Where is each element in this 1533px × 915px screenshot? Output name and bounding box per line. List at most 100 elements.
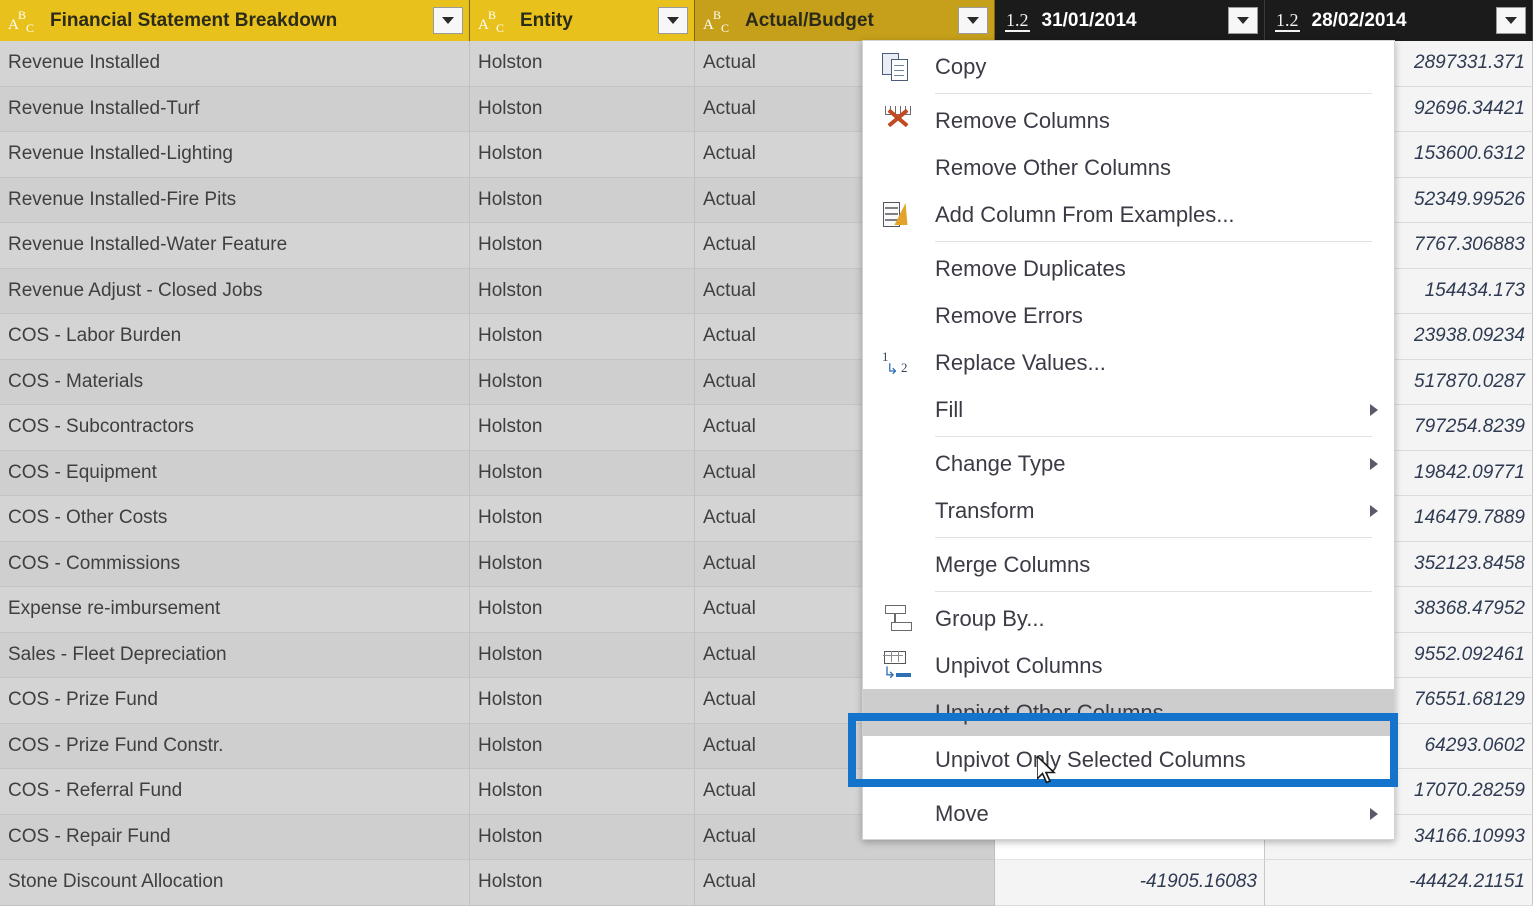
cell-entity[interactable]: Holston xyxy=(470,314,695,360)
menu-icon-slot xyxy=(863,386,935,433)
menu-item-label: Merge Columns xyxy=(935,551,1091,577)
cell-entity[interactable]: Holston xyxy=(470,541,695,587)
cell-breakdown[interactable]: Revenue Installed-Water Feature xyxy=(0,223,470,269)
submenu-arrow-icon xyxy=(1354,457,1394,470)
cell-entity[interactable]: Holston xyxy=(470,678,695,724)
cell-feb[interactable]: -44424.21151 xyxy=(1265,860,1533,906)
cell-breakdown[interactable]: Revenue Installed-Lighting xyxy=(0,132,470,178)
cell-breakdown[interactable]: COS - Repair Fund xyxy=(0,814,470,860)
menu-icon-slot xyxy=(863,541,935,588)
column-header-label: 31/01/2014 xyxy=(1041,9,1137,31)
decimal-1-2-icon: 1.2 xyxy=(1005,9,1030,32)
menu-item-group-by[interactable]: Group By... xyxy=(863,595,1394,642)
menu-item-add-column-from-examples[interactable]: Add Column From Examples... xyxy=(863,191,1394,238)
cell-breakdown[interactable]: Revenue Installed xyxy=(0,41,470,87)
menu-item-label: Unpivot Other Columns xyxy=(935,699,1164,725)
cell-entity[interactable]: Holston xyxy=(470,587,695,633)
copy-icon xyxy=(882,51,916,83)
column-context-menu[interactable]: Copy Remove Columns Remove Other Columns Ad… xyxy=(862,40,1395,840)
chevron-down-icon[interactable] xyxy=(1228,7,1258,34)
menu-item-label: Move xyxy=(935,800,989,826)
cell-entity[interactable]: Holston xyxy=(470,268,695,314)
abc-text-icon: ABC xyxy=(478,7,505,35)
menu-item-unpivot-other-columns[interactable]: Unpivot Other Columns xyxy=(863,689,1394,736)
menu-item-replace-values[interactable]: 1 ↳ 2 Replace Values... xyxy=(863,339,1394,386)
menu-icon-slot xyxy=(863,487,935,534)
chevron-down-icon[interactable] xyxy=(658,7,688,34)
cell-breakdown[interactable]: Revenue Adjust - Closed Jobs xyxy=(0,268,470,314)
cell-entity[interactable]: Holston xyxy=(470,405,695,451)
submenu-arrow-icon xyxy=(1354,807,1394,820)
cell-entity[interactable]: Holston xyxy=(470,496,695,542)
menu-separator xyxy=(935,786,1372,787)
menu-item-remove-other-columns[interactable]: Remove Other Columns xyxy=(863,144,1394,191)
cell-breakdown[interactable]: COS - Referral Fund xyxy=(0,769,470,815)
cell-entity[interactable]: Holston xyxy=(470,359,695,405)
decimal-1-2-icon: 1.2 xyxy=(1275,9,1300,32)
cell-breakdown[interactable]: Expense re-imbursement xyxy=(0,587,470,633)
cell-entity[interactable]: Holston xyxy=(470,41,695,87)
cell-breakdown[interactable]: COS - Commissions xyxy=(0,541,470,587)
column-header-4[interactable]: 1.2 31/01/2014 xyxy=(995,0,1265,41)
menu-item-move[interactable]: Move xyxy=(863,790,1394,837)
menu-item-fill[interactable]: Fill xyxy=(863,386,1394,433)
column-header-label: 28/02/2014 xyxy=(1311,9,1407,31)
menu-item-copy[interactable]: Copy xyxy=(863,43,1394,90)
cell-breakdown[interactable]: COS - Subcontractors xyxy=(0,405,470,451)
cell-breakdown[interactable]: COS - Prize Fund xyxy=(0,678,470,724)
menu-icon-slot xyxy=(863,689,935,736)
cell-breakdown[interactable]: COS - Other Costs xyxy=(0,496,470,542)
menu-icon-slot xyxy=(863,790,935,837)
menu-separator xyxy=(935,241,1372,242)
column-header-label: Entity xyxy=(520,9,573,31)
cell-breakdown[interactable]: Stone Discount Allocation xyxy=(0,860,470,906)
cell-breakdown[interactable]: COS - Materials xyxy=(0,359,470,405)
chevron-down-icon[interactable] xyxy=(958,7,988,34)
cell-breakdown[interactable]: COS - Equipment xyxy=(0,450,470,496)
chevron-down-icon[interactable] xyxy=(1496,7,1526,34)
menu-item-transform[interactable]: Transform xyxy=(863,487,1394,534)
cell-entity[interactable]: Holston xyxy=(470,769,695,815)
menu-item-merge-columns[interactable]: Merge Columns xyxy=(863,541,1394,588)
chevron-down-icon[interactable] xyxy=(433,7,463,34)
cell-breakdown[interactable]: COS - Labor Burden xyxy=(0,314,470,360)
unpivot-columns-icon: ↳ xyxy=(863,642,935,689)
menu-separator xyxy=(935,436,1372,437)
column-header-3[interactable]: A B C Actual/Budget xyxy=(695,0,995,41)
group-by-icon xyxy=(882,603,916,635)
menu-item-remove-errors[interactable]: Remove Errors xyxy=(863,292,1394,339)
menu-item-label: Remove Duplicates xyxy=(935,255,1126,281)
cell-breakdown[interactable]: Revenue Installed-Turf xyxy=(0,86,470,132)
menu-item-unpivot-columns[interactable]: ↳ Unpivot Columns xyxy=(863,642,1394,689)
cell-entity[interactable]: Holston xyxy=(470,177,695,223)
cell-entity[interactable]: Holston xyxy=(470,632,695,678)
cell-breakdown[interactable]: Revenue Installed-Fire Pits xyxy=(0,177,470,223)
cell-breakdown[interactable]: Sales - Fleet Depreciation xyxy=(0,632,470,678)
menu-item-label: Remove Errors xyxy=(935,302,1083,328)
group-by-icon xyxy=(863,595,935,642)
cell-entity[interactable]: Holston xyxy=(470,814,695,860)
cell-jan[interactable]: -41905.16083 xyxy=(995,860,1265,906)
cell-entity[interactable]: Holston xyxy=(470,86,695,132)
cell-entity[interactable]: Holston xyxy=(470,723,695,769)
menu-separator xyxy=(935,591,1372,592)
menu-item-unpivot-only-selected-columns[interactable]: Unpivot Only Selected Columns xyxy=(863,736,1394,783)
unpivot-columns-icon: ↳ xyxy=(882,650,916,682)
cell-entity[interactable]: Holston xyxy=(470,450,695,496)
menu-item-remove-columns[interactable]: Remove Columns xyxy=(863,97,1394,144)
column-header-2[interactable]: A B C Entity xyxy=(470,0,695,41)
column-header-1[interactable]: A B C Financial Statement Breakdown xyxy=(0,0,470,41)
cell-entity[interactable]: Holston xyxy=(470,223,695,269)
table-row[interactable]: Stone Discount Allocation Holston Actual -4… xyxy=(0,860,1533,906)
cell-entity[interactable]: Holston xyxy=(470,860,695,906)
cell-actual_budget[interactable]: Actual xyxy=(695,860,995,906)
menu-item-label: Fill xyxy=(935,396,964,422)
column-header-5[interactable]: 1.2 28/02/2014 xyxy=(1265,0,1533,41)
cell-breakdown[interactable]: COS - Prize Fund Constr. xyxy=(0,723,470,769)
cell-entity[interactable]: Holston xyxy=(470,132,695,178)
menu-item-remove-duplicates[interactable]: Remove Duplicates xyxy=(863,245,1394,292)
menu-icon-slot xyxy=(863,736,935,783)
menu-item-label: Group By... xyxy=(935,605,1045,631)
menu-item-change-type[interactable]: Change Type xyxy=(863,440,1394,487)
replace-values-icon: 1 ↳ 2 xyxy=(863,339,935,386)
